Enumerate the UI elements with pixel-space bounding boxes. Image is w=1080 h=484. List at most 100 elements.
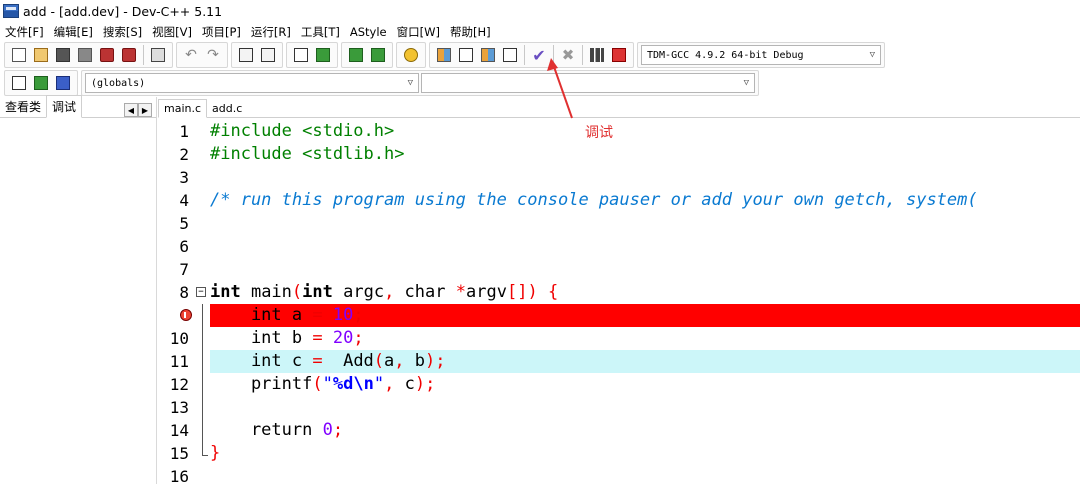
compiler-toolbar-group: TDM-GCC 4.9.2 64-bit Debug ▽ — [637, 42, 885, 68]
left-panel: 查看类 调试 ◀ ▶ — [0, 95, 157, 484]
compiler-select[interactable]: TDM-GCC 4.9.2 64-bit Debug ▽ — [641, 45, 881, 65]
profile-button[interactable] — [587, 45, 607, 65]
scope-select[interactable]: (globals) ▽ — [85, 73, 419, 93]
menu-view[interactable]: 视图[V] — [147, 24, 197, 40]
class-browser-toolbar-group — [4, 70, 78, 96]
chevron-down-icon: ▽ — [407, 78, 413, 88]
scope-toolbar-group: (globals) ▽ ▽ — [81, 70, 759, 96]
scope-select-value: (globals) — [91, 77, 146, 89]
code-line[interactable]: int b = 20; — [210, 327, 1080, 350]
code-line[interactable] — [210, 166, 1080, 189]
compile-icon — [437, 48, 451, 62]
goto-bookmark-icon — [56, 76, 70, 90]
menu-help[interactable]: 帮助[H] — [445, 24, 496, 40]
tab-add-c[interactable]: add.c — [207, 100, 247, 117]
close-all-button[interactable] — [119, 45, 139, 65]
code-line[interactable]: #include <stdio.h> — [210, 120, 1080, 143]
compile-toolbar-group: ✔ ✖ — [429, 42, 634, 68]
code-line[interactable]: printf("%d\n", c); — [210, 373, 1080, 396]
code-line[interactable]: int main(int argc, char *argv[]) { — [210, 281, 1080, 304]
tab-main-c[interactable]: main.c — [158, 99, 208, 118]
title-bar: add - [add.dev] - Dev-C++ 5.11 — [0, 0, 1080, 22]
code-line[interactable] — [210, 258, 1080, 281]
chevron-right-icon[interactable]: ▶ — [138, 103, 152, 117]
compile-run-button[interactable] — [478, 45, 498, 65]
breakpoint-code-line[interactable]: int a = 10; — [210, 304, 1080, 327]
compile-button[interactable] — [434, 45, 454, 65]
project-options-icon — [404, 48, 418, 62]
undo-icon: ↶ — [185, 47, 197, 63]
code-line[interactable] — [210, 212, 1080, 235]
run-button[interactable] — [456, 45, 476, 65]
chevron-down-icon: ▽ — [743, 78, 749, 88]
debug-annotation-label: 调试 — [585, 125, 613, 141]
indent-button[interactable] — [313, 45, 333, 65]
fold-guide-end — [202, 455, 208, 456]
code-line[interactable] — [210, 465, 1080, 484]
code-line[interactable] — [210, 235, 1080, 258]
function-select[interactable]: ▽ — [421, 73, 755, 93]
find-button[interactable] — [236, 45, 256, 65]
debug-button[interactable]: ✔ — [529, 45, 549, 65]
rebuild-all-button[interactable] — [500, 45, 520, 65]
redo-button[interactable]: ↷ — [203, 45, 223, 65]
tab-debug[interactable]: 调试 — [46, 95, 83, 118]
main-toolbar: ↶ ↷ ✔ ✖ TDM-GCC 4.9.2 64-bit Debug ▽ — [0, 41, 1080, 69]
menu-window[interactable]: 窗口[W] — [392, 24, 445, 40]
breakpoint-icon[interactable] — [180, 309, 192, 321]
file-toolbar-group — [4, 42, 173, 68]
chevron-left-icon[interactable]: ◀ — [124, 103, 138, 117]
new-file-icon — [12, 48, 26, 62]
compile-run-icon — [481, 48, 495, 62]
save-all-icon — [78, 48, 92, 62]
save-button[interactable] — [53, 45, 73, 65]
menu-run[interactable]: 运行[R] — [246, 24, 296, 40]
run-icon — [459, 48, 473, 62]
code-line[interactable]: /* run this program using the console pa… — [210, 189, 1080, 212]
code-line[interactable] — [210, 396, 1080, 419]
line-number: 4 — [179, 191, 189, 210]
menu-search[interactable]: 搜索[S] — [98, 24, 147, 40]
tab-class-browser[interactable]: 查看类 — [0, 96, 46, 117]
goto-line-icon — [294, 48, 308, 62]
open-folder-icon — [34, 48, 48, 62]
delete-profile-button[interactable] — [609, 45, 629, 65]
goto-bookmark-button[interactable] — [53, 73, 73, 93]
line-number: 2 — [179, 145, 189, 164]
remove-from-project-icon — [371, 48, 385, 62]
menu-file[interactable]: 文件[F] — [0, 24, 49, 40]
print-button[interactable] — [148, 45, 168, 65]
options-toolbar-group — [396, 42, 426, 68]
code-line[interactable]: return 0; — [210, 419, 1080, 442]
add-to-project-button[interactable] — [346, 45, 366, 65]
code-line[interactable]: } — [210, 442, 1080, 465]
insert-button[interactable] — [9, 73, 29, 93]
current-execution-line[interactable]: int c = Add(a, b); — [210, 350, 1080, 373]
redo-icon: ↷ — [207, 47, 219, 63]
menu-tools[interactable]: 工具[T] — [296, 24, 345, 40]
save-icon — [56, 48, 70, 62]
debug-check-icon: ✔ — [532, 46, 546, 65]
code-editor[interactable]: #include <stdio.h> #include <stdlib.h> /… — [210, 120, 1080, 484]
insert-icon — [12, 76, 26, 90]
goto-line-button[interactable] — [291, 45, 311, 65]
save-all-button[interactable] — [75, 45, 95, 65]
remove-from-project-button[interactable] — [368, 45, 388, 65]
new-file-button[interactable] — [9, 45, 29, 65]
code-line[interactable]: #include <stdlib.h> — [210, 143, 1080, 166]
project-options-button[interactable] — [401, 45, 421, 65]
line-number: 1 — [179, 122, 189, 141]
stop-execution-button[interactable]: ✖ — [558, 45, 578, 65]
undo-button[interactable]: ↶ — [181, 45, 201, 65]
close-file-button[interactable] — [97, 45, 117, 65]
toggle-bookmark-button[interactable] — [31, 73, 51, 93]
open-file-button[interactable] — [31, 45, 51, 65]
left-panel-tabs: 查看类 调试 ◀ ▶ — [0, 95, 156, 118]
replace-button[interactable] — [258, 45, 278, 65]
fold-collapse-icon[interactable]: − — [196, 287, 206, 297]
menu-edit[interactable]: 编辑[E] — [49, 24, 98, 40]
menu-astyle[interactable]: AStyle — [345, 25, 392, 39]
menu-project[interactable]: 项目[P] — [197, 24, 246, 40]
indent-icon — [316, 48, 330, 62]
line-number: 5 — [179, 214, 189, 233]
